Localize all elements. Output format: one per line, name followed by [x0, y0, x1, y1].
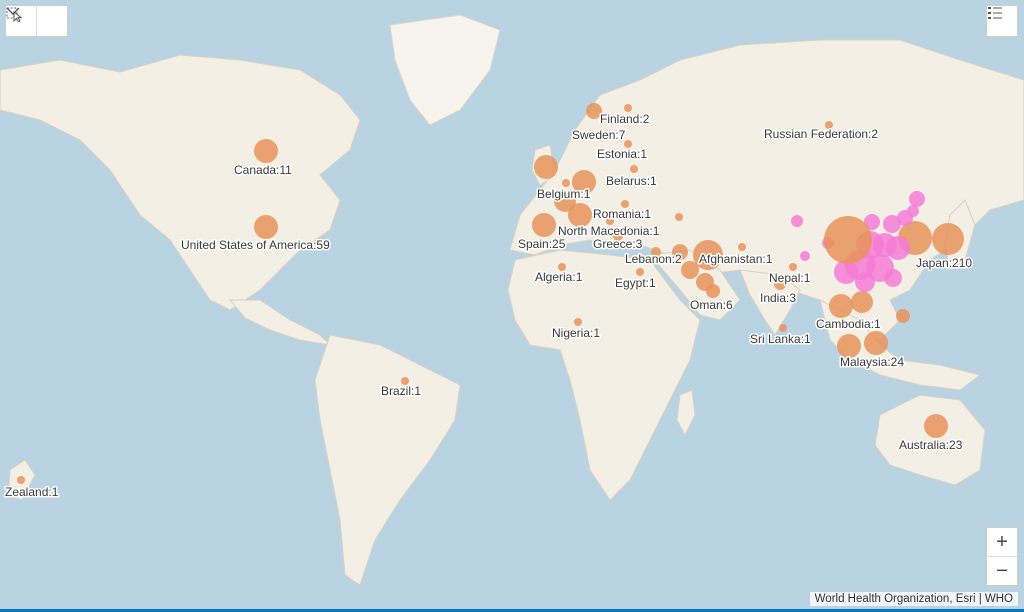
sri-lanka-circle[interactable]: [779, 324, 787, 332]
china-province-circle[interactable]: [791, 215, 803, 227]
philippines-circle[interactable]: [896, 309, 910, 323]
oman-circle[interactable]: [706, 284, 720, 298]
label-belarus: Belarus:1: [606, 174, 657, 188]
zoom-controls: + −: [986, 527, 1018, 586]
label-estonia: Estonia:1: [597, 147, 647, 161]
central-america: [228, 299, 332, 346]
label-cambodia: Cambodia:1: [816, 317, 881, 331]
china-province-circle[interactable]: [855, 272, 875, 292]
vietnam-circle[interactable]: [851, 291, 873, 313]
china-province-circle[interactable]: [884, 269, 902, 287]
australia-circle[interactable]: [924, 414, 948, 438]
label-canada: Canada:11: [234, 163, 292, 177]
greenland: [389, 14, 501, 126]
label-greece: Greece:3: [593, 237, 643, 251]
label-finland: Finland:2: [600, 112, 650, 126]
turkey-circle[interactable]: [675, 213, 683, 221]
wuhan-circle[interactable]: [824, 216, 872, 264]
spain-circle[interactable]: [532, 213, 556, 237]
label-sri-lanka: Sri Lanka:1: [750, 332, 811, 346]
label-brazil: Brazil:1: [381, 384, 421, 398]
japan-circle[interactable]: [932, 223, 964, 255]
label-egypt: Egypt:1: [615, 276, 656, 290]
china-province-circle[interactable]: [909, 191, 925, 207]
egypt-circle[interactable]: [636, 268, 644, 276]
nigeria-circle[interactable]: [574, 318, 582, 326]
select-tool-dropdown[interactable]: [6, 6, 67, 36]
label-new-zealand: Zealand:1: [5, 485, 59, 499]
label-nigeria: Nigeria:1: [552, 326, 600, 340]
kuwait-circle[interactable]: [681, 261, 699, 279]
nepal-circle[interactable]: [789, 263, 797, 271]
label-usa: United States of America:59: [181, 238, 330, 252]
afghanistan-circle[interactable]: [738, 243, 746, 251]
singapore-circle[interactable]: [864, 331, 888, 355]
label-algeria: Algeria:1: [535, 270, 583, 284]
zoom-out-button[interactable]: −: [987, 556, 1017, 585]
belgium-circle[interactable]: [562, 179, 570, 187]
label-malaysia: Malaysia:24: [840, 355, 904, 369]
label-nepal: Nepal:1: [769, 271, 811, 285]
zoom-in-button[interactable]: +: [987, 528, 1017, 556]
label-japan: Japan:210: [916, 256, 972, 270]
label-lebanon: Lebanon:2: [625, 252, 682, 266]
label-romania: Romania:1: [593, 207, 651, 221]
chevron-down-icon: [6, 7, 20, 15]
map-attribution[interactable]: World Health Organization, Esri | WHO: [809, 592, 1018, 606]
finland-circle[interactable]: [624, 104, 632, 112]
china-province-circle[interactable]: [800, 251, 810, 261]
legend-button[interactable]: [986, 5, 1018, 37]
canada-circle[interactable]: [254, 139, 278, 163]
uk-circle[interactable]: [534, 155, 558, 179]
africa: [507, 249, 701, 501]
south-america: [314, 334, 461, 586]
label-india: India:3: [760, 291, 796, 305]
label-afghanistan: Afghanistan:1: [699, 252, 773, 266]
label-russia: Russian Federation:2: [764, 127, 878, 141]
thailand-circle[interactable]: [829, 294, 853, 318]
basemap: Canada:11 United States of America:59 Br…: [0, 14, 1024, 586]
label-spain: Spain:25: [518, 237, 566, 251]
new-zealand-circle[interactable]: [17, 476, 25, 484]
north-america: [0, 54, 361, 311]
label-oman: Oman:6: [690, 298, 733, 312]
label-north-macedonia: North Macedonia:1: [558, 224, 660, 238]
label-belgium: Belgium:1: [537, 187, 591, 201]
legend-list-icon: [988, 7, 1002, 19]
china-province-circle[interactable]: [886, 236, 910, 260]
select-tool-group: [5, 5, 68, 37]
belarus-circle[interactable]: [630, 165, 638, 173]
usa-circle[interactable]: [254, 215, 278, 239]
label-sweden: Sweden:7: [572, 128, 626, 142]
label-australia: Australia:23: [899, 438, 963, 452]
world-map[interactable]: Canada:11 United States of America:59 Br…: [0, 0, 1024, 612]
madagascar: [676, 389, 696, 437]
